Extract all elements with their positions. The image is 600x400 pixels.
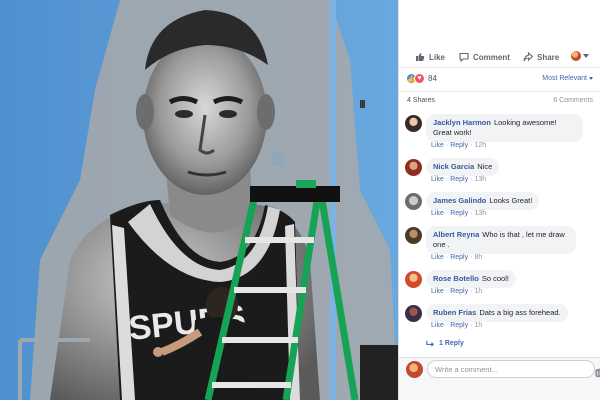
comment-item: James Galindo Looks Great! Like · Reply · 13h (404, 192, 596, 220)
comment-bubble: Ruben Frias Dats a big ass forehead. (426, 304, 568, 322)
share-button-label: Share (537, 52, 560, 62)
share-arrow-icon (523, 52, 533, 62)
comment-like-link[interactable]: Like (431, 322, 444, 329)
comment-time[interactable]: 1h (474, 288, 482, 295)
comment-reply-link[interactable]: Reply (450, 254, 468, 261)
comment-like-link[interactable]: Like (431, 142, 444, 149)
view-replies-link[interactable]: 1 Reply (426, 339, 464, 348)
comment-meta: Like · Reply · 1h (431, 322, 483, 329)
comment-reply-link[interactable]: Reply (450, 288, 468, 295)
comments-panel: Like Comment Share 👍 ♥ 84 Most Relevant (398, 0, 600, 400)
avatar[interactable] (405, 305, 422, 322)
comment-text: So cool! (481, 274, 509, 283)
comments-count[interactable]: 6 Comments (553, 97, 593, 104)
comment-bubble: James Galindo Looks Great! (426, 192, 540, 210)
post-photo[interactable]: SPURS (0, 0, 398, 400)
comment-bubble: Albert Reyna Who is that , let me draw on… (426, 226, 576, 254)
comment-author[interactable]: James Galindo (433, 196, 486, 205)
comment-text: Looks Great! (489, 196, 533, 205)
replies-count: 1 Reply (439, 340, 464, 347)
comment-meta: Like · Reply · 8h (431, 254, 483, 261)
comment-meta: Like · Reply · 1h (431, 288, 483, 295)
comment-reply-link[interactable]: Reply (450, 176, 468, 183)
comment-like-link[interactable]: Like (431, 288, 444, 295)
sticker-icon[interactable] (595, 368, 600, 378)
mural-photo-illustration: SPURS (0, 0, 398, 400)
comment-item: Ruben Frias Dats a big ass forehead. Like… (404, 304, 596, 332)
avatar[interactable] (405, 271, 422, 288)
facebook-photo-view: SPURS Like Comment Share 👍 ♥ 84 Most Rel… (0, 0, 600, 400)
comment-meta: Like · Reply · 13h (431, 176, 487, 183)
sort-label: Most Relevant (542, 75, 587, 82)
comment-author[interactable]: Ruben Frias (433, 308, 476, 317)
comment-input[interactable]: Write a comment... GIF (427, 360, 600, 378)
like-button[interactable]: Like (415, 52, 445, 62)
comment-sort-dropdown[interactable]: Most Relevant (542, 75, 593, 82)
comment-bubble: Rose Botello So cool! (426, 270, 516, 288)
comment-time[interactable]: 8h (474, 254, 482, 261)
chevron-down-icon (589, 77, 593, 80)
comment-item: Jacklyn Harmon Looking awesome! Great wor… (404, 114, 596, 154)
comment-author[interactable]: Nick Garcia (433, 162, 474, 171)
comment-like-link[interactable]: Like (431, 254, 444, 261)
avatar[interactable] (405, 227, 422, 244)
comment-author[interactable]: Rose Botello (433, 274, 479, 283)
reply-arrow-icon (426, 340, 434, 347)
share-button[interactable]: Share (523, 52, 559, 62)
post-as-selector[interactable] (571, 51, 589, 61)
post-stats: 4 Shares 6 Comments (399, 91, 600, 111)
comment-button-label: Comment (473, 52, 510, 62)
comment-reply-link[interactable]: Reply (450, 210, 468, 217)
avatar (406, 361, 423, 378)
comment-item: Rose Botello So cool! Like · Reply · 1h (404, 270, 596, 298)
comment-text: Nice (477, 162, 493, 171)
comment-button[interactable]: Comment (459, 52, 510, 62)
comment-like-link[interactable]: Like (431, 210, 444, 217)
comment-composer: Write a comment... GIF (399, 357, 600, 400)
love-icon: ♥ (414, 73, 425, 84)
reactions-summary[interactable]: 👍 ♥ 84 (406, 73, 437, 84)
avatar[interactable] (405, 115, 422, 132)
chevron-down-icon (583, 54, 589, 58)
shares-count[interactable]: 4 Shares (407, 97, 435, 104)
avatar[interactable] (405, 159, 422, 176)
comment-bubble: Nick Garcia Nice (426, 158, 500, 176)
comment-item: Albert Reyna Who is that , let me draw on… (404, 226, 596, 266)
thumbs-up-icon (416, 53, 425, 61)
comment-time[interactable]: 13h (474, 176, 486, 183)
avatar (571, 51, 581, 61)
reaction-count: 84 (428, 74, 437, 83)
comment-time[interactable]: 1h (474, 322, 482, 329)
comment-input-placeholder: Write a comment... (435, 365, 498, 374)
comment-time[interactable]: 12h (474, 142, 486, 149)
like-button-label: Like (429, 52, 446, 62)
comment-reply-link[interactable]: Reply (450, 322, 468, 329)
comment-meta: Like · Reply · 12h (431, 142, 487, 149)
comment-like-link[interactable]: Like (431, 176, 444, 183)
comment-reply-link[interactable]: Reply (450, 142, 468, 149)
avatar[interactable] (405, 193, 422, 210)
comment-icon (459, 52, 469, 62)
comment-item: Nick Garcia Nice Like · Reply · 13h (404, 158, 596, 186)
comment-bubble: Jacklyn Harmon Looking awesome! Great wor… (426, 114, 583, 142)
comment-meta: Like · Reply · 13h (431, 210, 487, 217)
post-action-bar: Like Comment Share (399, 48, 600, 68)
comment-author[interactable]: Jacklyn Harmon (433, 118, 491, 127)
comment-time[interactable]: 13h (474, 210, 486, 217)
comment-author[interactable]: Albert Reyna (433, 230, 479, 239)
comment-text: Dats a big ass forehead. (479, 308, 561, 317)
